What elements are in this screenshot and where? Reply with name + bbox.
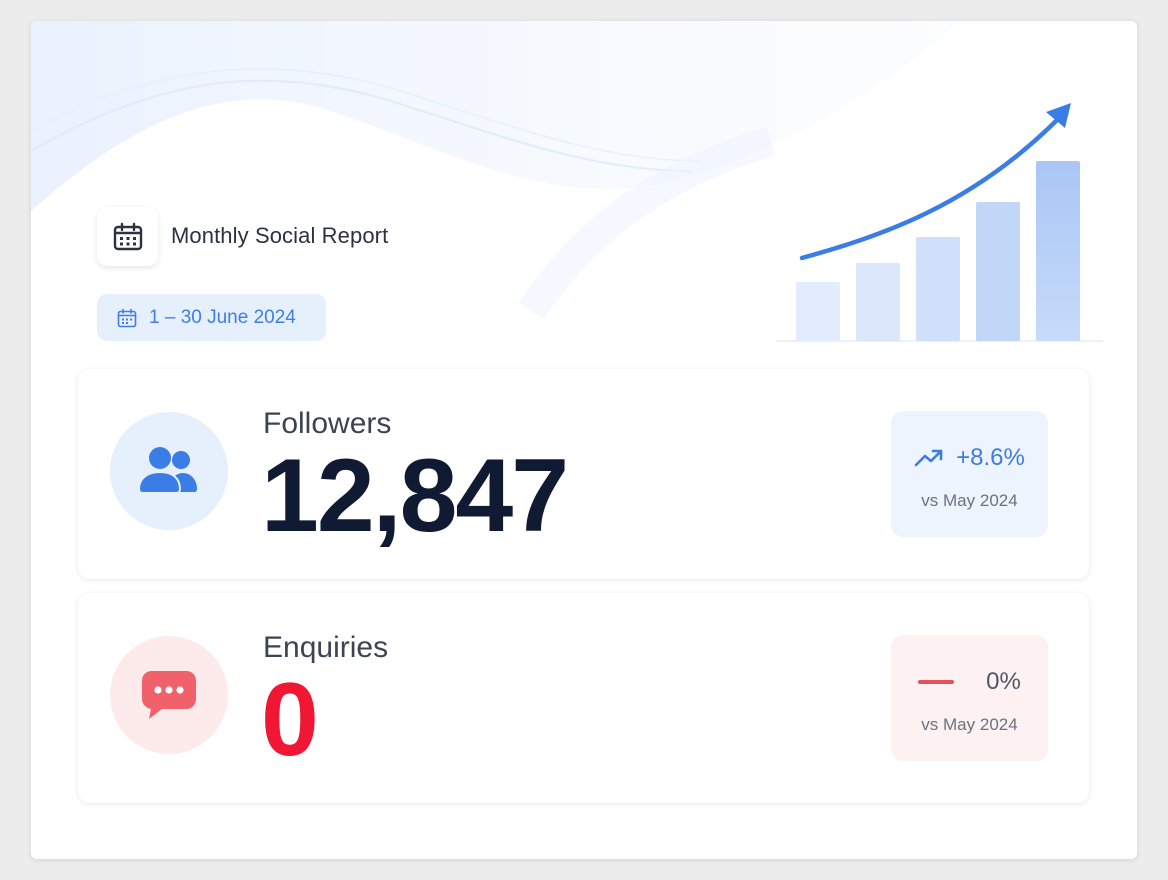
change-indicator: 0% vs May 2024 [891,635,1048,761]
users-icon [139,447,197,494]
enquiries-card: Enquiries 0 0% vs May 2024 [78,593,1089,803]
enquiries-avatar [110,636,228,754]
change-value: +8.6% [956,444,1025,471]
calendar-icon [117,308,137,327]
metric-value: 0 [261,662,319,778]
comparison-caption: vs May 2024 [921,715,1018,734]
flat-trend-icon [918,680,955,684]
calendar-icon [113,222,142,250]
growth-illustration [776,103,1103,342]
comparison-caption: vs May 2024 [921,491,1018,510]
illustration-bar [796,282,840,341]
date-range-text: 1 – 30 June 2024 [149,306,296,328]
report-title: Monthly Social Report [171,223,389,248]
trending-up-icon [914,449,943,467]
date-range-pill[interactable]: 1 – 30 June 2024 [97,294,326,341]
chat-bubble-icon [142,671,196,719]
metric-label: Enquiries [263,631,389,664]
report-card: Monthly Social Report 1 – 30 June 2024 F… [31,21,1137,859]
followers-card: Followers 12,847 +8.6% vs May 2024 [78,369,1089,579]
followers-avatar [110,412,228,530]
metric-value: 12,847 [261,438,569,554]
change-value: 0% [986,668,1021,695]
illustration-bar [1036,161,1080,341]
change-indicator: +8.6% vs May 2024 [891,411,1048,537]
metric-label: Followers [263,407,392,440]
illustration-bar [976,202,1020,341]
calendar-badge [97,207,158,266]
illustration-bar [856,263,900,341]
illustration-bar [916,237,960,341]
